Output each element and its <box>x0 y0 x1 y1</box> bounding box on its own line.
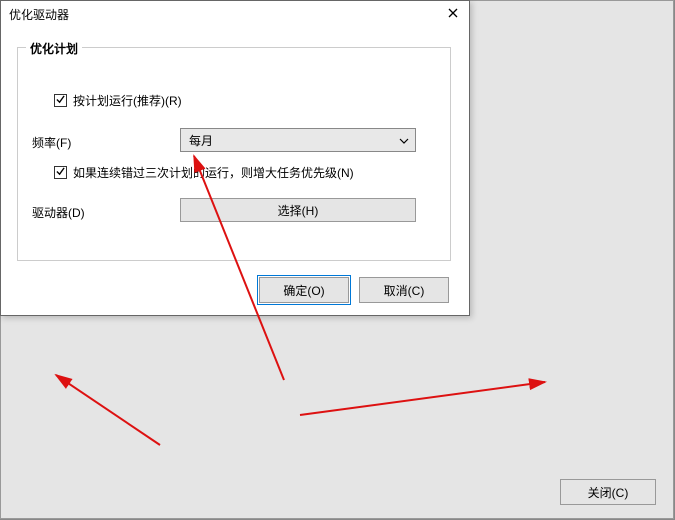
dialog-actions: 确定(O) 取消(C) <box>259 277 449 303</box>
ok-button[interactable]: 确定(O) <box>259 277 349 303</box>
run-on-schedule-label: 按计划运行(推荐)(R) <box>73 92 182 109</box>
checkmark-icon <box>56 95 65 107</box>
checkmark-icon <box>56 167 65 179</box>
dialog-close-button[interactable] <box>441 3 465 25</box>
frequency-label: 频率(F) <box>32 134 71 151</box>
dialog-title: 优化驱动器 <box>9 6 69 23</box>
increase-priority-checkbox[interactable] <box>54 166 67 179</box>
frequency-value: 每月 <box>189 132 213 149</box>
close-main-button[interactable]: 关闭(C) <box>560 479 656 505</box>
dialog-titlebar[interactable]: 优化驱动器 <box>1 1 469 27</box>
drives-label: 驱动器(D) <box>32 204 85 221</box>
groupbox-legend: 优化计划 <box>26 40 82 57</box>
increase-priority-label: 如果连续错过三次计划的运行，则增大任务优先级(N) <box>73 164 354 181</box>
increase-priority-checkbox-row[interactable]: 如果连续错过三次计划的运行，则增大任务优先级(N) <box>54 164 354 181</box>
schedule-groupbox: 优化计划 按计划运行(推荐)(R) 频率(F) 每月 <box>17 47 451 261</box>
run-on-schedule-checkbox[interactable] <box>54 94 67 107</box>
frequency-combobox[interactable]: 每月 <box>180 128 416 152</box>
close-icon <box>448 7 458 21</box>
schedule-dialog: 优化驱动器 优化计划 按计划运行(推荐)(R) 频率(F) 每月 <box>0 0 470 316</box>
cancel-button[interactable]: 取消(C) <box>359 277 449 303</box>
run-on-schedule-checkbox-row[interactable]: 按计划运行(推荐)(R) <box>54 92 182 109</box>
select-drives-button[interactable]: 选择(H) <box>180 198 416 222</box>
chevron-down-icon <box>399 133 409 147</box>
